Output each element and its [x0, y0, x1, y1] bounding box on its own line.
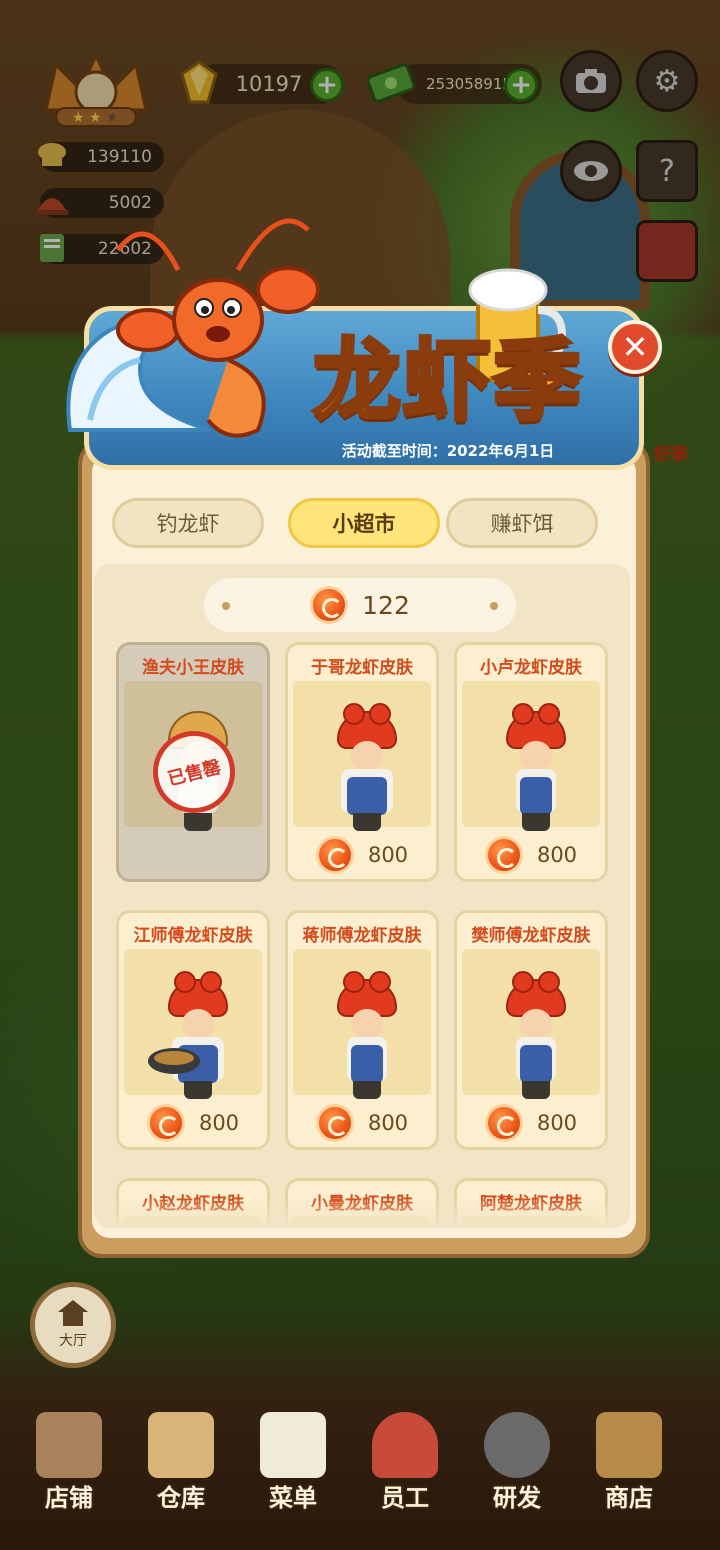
warehouse-icon	[148, 1412, 214, 1478]
item-art	[124, 949, 262, 1099]
nav-warehouse[interactable]: 仓库	[126, 1400, 236, 1530]
nav-research[interactable]: 研发	[462, 1400, 572, 1530]
staff-icon	[372, 1412, 438, 1478]
nav-shop[interactable]: 店铺	[14, 1400, 124, 1530]
event-side-badge[interactable]: 虾季	[654, 440, 689, 466]
crayfish-hat-character-icon	[506, 971, 566, 1099]
nav-label: 研发	[493, 1484, 541, 1512]
crayfish-coin-icon	[315, 836, 354, 874]
item-price-value: 800	[536, 843, 578, 867]
shop-item-card[interactable]: 樊师傅龙虾皮肤 800	[454, 910, 608, 1150]
house-icon	[58, 1300, 88, 1326]
crayfish-hat-character-icon	[337, 703, 397, 831]
scroll-fade	[94, 1198, 630, 1228]
item-price: 800	[457, 833, 605, 877]
crayfish-hat-character-icon	[168, 971, 228, 1099]
shop-panel: 122 渔夫小王皮肤 已售罄 于哥龙虾皮肤 800 小卢龙虾皮肤 800 江师傅…	[94, 564, 630, 1228]
event-tabs: 钓龙虾 小超市 赚虾饵	[112, 498, 600, 550]
hall-button-label: 大厅	[59, 1333, 87, 1349]
nav-label: 员工	[381, 1484, 429, 1512]
crayfish-coin-icon	[315, 1104, 354, 1142]
bottom-nav: 店铺 仓库 菜单 员工 研发 商店	[0, 1400, 720, 1550]
nav-label: 店铺	[45, 1484, 93, 1512]
item-price-value: 800	[367, 843, 409, 867]
event-deadline: 活动截至时间：2022年6月1日	[341, 442, 555, 460]
hall-button[interactable]: 大厅	[30, 1282, 116, 1368]
research-icon	[484, 1412, 550, 1478]
tab-fishing[interactable]: 钓龙虾	[112, 498, 264, 548]
nav-label: 商店	[605, 1484, 653, 1512]
item-art	[462, 949, 600, 1099]
crayfish-coin-icon	[484, 836, 523, 874]
shop-item-card[interactable]: 渔夫小王皮肤 已售罄	[116, 642, 270, 882]
nav-label: 仓库	[157, 1484, 205, 1512]
item-price-value: 800	[367, 1111, 409, 1135]
item-name: 蒋师傅龙虾皮肤	[302, 926, 422, 946]
crayfish-coin-icon	[146, 1104, 185, 1142]
menu-icon	[260, 1412, 326, 1478]
item-art	[293, 949, 431, 1099]
shop-item-card[interactable]: 蒋师傅龙虾皮肤 800	[285, 910, 439, 1150]
shop-item-card[interactable]: 于哥龙虾皮肤 800	[285, 642, 439, 882]
item-art	[293, 681, 431, 831]
tab-shop[interactable]: 小超市	[288, 498, 440, 548]
store-icon	[596, 1412, 662, 1478]
shop-item-card[interactable]: 小卢龙虾皮肤 800	[454, 642, 608, 882]
nav-store[interactable]: 商店	[574, 1400, 684, 1530]
item-name: 樊师傅龙虾皮肤	[471, 926, 591, 946]
item-price-value: 800	[198, 1111, 240, 1135]
item-name: 渔夫小王皮肤	[142, 658, 244, 678]
crayfish-coin-icon	[310, 586, 349, 624]
item-price: 800	[119, 1101, 267, 1145]
event-title: 龙虾季	[311, 326, 583, 434]
item-price: 800	[288, 833, 436, 877]
item-name: 江师傅龙虾皮肤	[133, 926, 253, 946]
item-name: 小卢龙虾皮肤	[480, 658, 582, 678]
shop-item-card[interactable]: 江师傅龙虾皮肤 800	[116, 910, 270, 1150]
close-icon: ✕	[621, 328, 649, 366]
crayfish-event-modal: 龙虾季 活动截至时间：2022年6月1日 ✕ 钓龙虾 小超市 赚虾饵 122 渔…	[66, 218, 662, 1258]
event-banner: 龙虾季 活动截至时间：2022年6月1日	[66, 218, 650, 472]
wok-icon	[148, 1048, 200, 1074]
balance-value: 122	[362, 590, 410, 620]
currency-balance: 122	[204, 578, 516, 632]
nav-staff[interactable]: 员工	[350, 1400, 460, 1530]
item-name: 于哥龙虾皮肤	[311, 658, 413, 678]
tab-earn-bait[interactable]: 赚虾饵	[446, 498, 598, 548]
item-price-value: 800	[536, 1111, 578, 1135]
item-price: 800	[457, 1101, 605, 1145]
nav-label: 菜单	[269, 1484, 317, 1512]
balance-dot-right	[490, 602, 498, 610]
nav-menu[interactable]: 菜单	[238, 1400, 348, 1530]
crayfish-hat-character-icon	[337, 971, 397, 1099]
balance-dot-left	[222, 602, 230, 610]
crayfish-hat-character-icon	[506, 703, 566, 831]
crayfish-coin-icon	[484, 1104, 523, 1142]
item-price: 800	[288, 1101, 436, 1145]
shop-icon	[36, 1412, 102, 1478]
item-art	[462, 681, 600, 831]
close-button[interactable]: ✕	[608, 320, 662, 374]
